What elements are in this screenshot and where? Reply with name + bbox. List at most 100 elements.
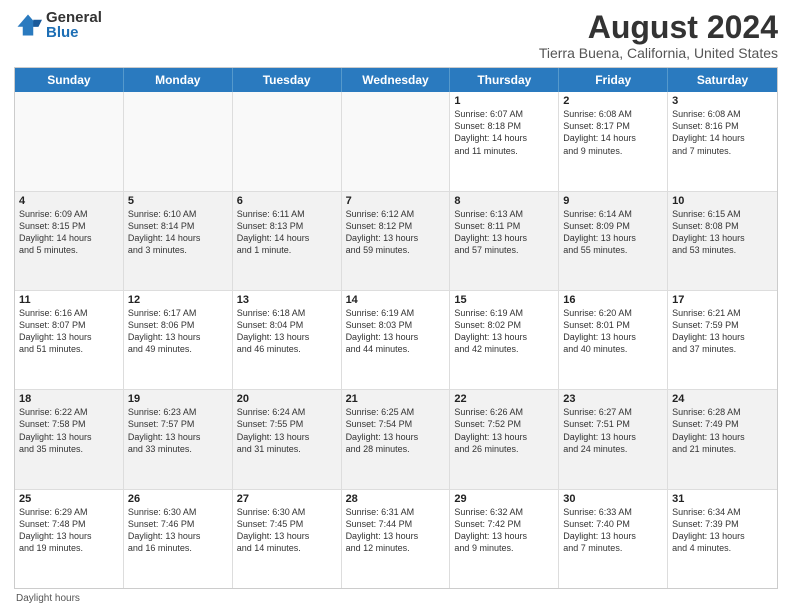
day-number: 7 xyxy=(346,195,446,207)
cal-cell: 4Sunrise: 6:09 AMSunset: 8:15 PMDaylight… xyxy=(15,192,124,290)
cal-cell: 20Sunrise: 6:24 AMSunset: 7:55 PMDayligh… xyxy=(233,390,342,488)
cal-cell: 23Sunrise: 6:27 AMSunset: 7:51 PMDayligh… xyxy=(559,390,668,488)
day-info: Sunrise: 6:17 AMSunset: 8:06 PMDaylight:… xyxy=(128,307,228,356)
cal-cell: 16Sunrise: 6:20 AMSunset: 8:01 PMDayligh… xyxy=(559,291,668,389)
cal-cell: 21Sunrise: 6:25 AMSunset: 7:54 PMDayligh… xyxy=(342,390,451,488)
day-info: Sunrise: 6:30 AMSunset: 7:46 PMDaylight:… xyxy=(128,506,228,555)
cal-cell: 22Sunrise: 6:26 AMSunset: 7:52 PMDayligh… xyxy=(450,390,559,488)
day-number: 24 xyxy=(672,393,773,405)
cal-cell: 13Sunrise: 6:18 AMSunset: 8:04 PMDayligh… xyxy=(233,291,342,389)
day-number: 19 xyxy=(128,393,228,405)
cal-cell: 31Sunrise: 6:34 AMSunset: 7:39 PMDayligh… xyxy=(668,490,777,588)
week-row-1: 1Sunrise: 6:07 AMSunset: 8:18 PMDaylight… xyxy=(15,92,777,191)
day-number: 14 xyxy=(346,294,446,306)
day-info: Sunrise: 6:32 AMSunset: 7:42 PMDaylight:… xyxy=(454,506,554,555)
day-info: Sunrise: 6:13 AMSunset: 8:11 PMDaylight:… xyxy=(454,208,554,257)
logo: General Blue xyxy=(14,10,102,40)
day-number: 9 xyxy=(563,195,663,207)
day-info: Sunrise: 6:12 AMSunset: 8:12 PMDaylight:… xyxy=(346,208,446,257)
day-info: Sunrise: 6:20 AMSunset: 8:01 PMDaylight:… xyxy=(563,307,663,356)
cal-cell: 2Sunrise: 6:08 AMSunset: 8:17 PMDaylight… xyxy=(559,92,668,190)
day-info: Sunrise: 6:07 AMSunset: 8:18 PMDaylight:… xyxy=(454,108,554,157)
header-day-wednesday: Wednesday xyxy=(342,68,451,92)
day-number: 28 xyxy=(346,493,446,505)
cal-cell: 5Sunrise: 6:10 AMSunset: 8:14 PMDaylight… xyxy=(124,192,233,290)
cal-cell: 14Sunrise: 6:19 AMSunset: 8:03 PMDayligh… xyxy=(342,291,451,389)
cal-cell: 24Sunrise: 6:28 AMSunset: 7:49 PMDayligh… xyxy=(668,390,777,488)
header: General Blue August 2024 Tierra Buena, C… xyxy=(14,10,778,61)
day-number: 25 xyxy=(19,493,119,505)
day-info: Sunrise: 6:19 AMSunset: 8:02 PMDaylight:… xyxy=(454,307,554,356)
cal-cell: 28Sunrise: 6:31 AMSunset: 7:44 PMDayligh… xyxy=(342,490,451,588)
header-day-tuesday: Tuesday xyxy=(233,68,342,92)
main-title: August 2024 xyxy=(539,10,778,45)
header-day-saturday: Saturday xyxy=(668,68,777,92)
day-number: 8 xyxy=(454,195,554,207)
week-row-3: 11Sunrise: 6:16 AMSunset: 8:07 PMDayligh… xyxy=(15,291,777,390)
day-info: Sunrise: 6:29 AMSunset: 7:48 PMDaylight:… xyxy=(19,506,119,555)
day-number: 5 xyxy=(128,195,228,207)
day-info: Sunrise: 6:08 AMSunset: 8:17 PMDaylight:… xyxy=(563,108,663,157)
calendar-header: SundayMondayTuesdayWednesdayThursdayFrid… xyxy=(15,68,777,92)
week-row-2: 4Sunrise: 6:09 AMSunset: 8:15 PMDaylight… xyxy=(15,192,777,291)
cal-cell: 29Sunrise: 6:32 AMSunset: 7:42 PMDayligh… xyxy=(450,490,559,588)
day-number: 30 xyxy=(563,493,663,505)
day-info: Sunrise: 6:21 AMSunset: 7:59 PMDaylight:… xyxy=(672,307,773,356)
day-info: Sunrise: 6:24 AMSunset: 7:55 PMDaylight:… xyxy=(237,406,337,455)
cal-cell xyxy=(15,92,124,190)
cal-cell: 18Sunrise: 6:22 AMSunset: 7:58 PMDayligh… xyxy=(15,390,124,488)
day-number: 22 xyxy=(454,393,554,405)
cal-cell: 11Sunrise: 6:16 AMSunset: 8:07 PMDayligh… xyxy=(15,291,124,389)
footer-note: Daylight hours xyxy=(14,593,778,604)
cal-cell: 26Sunrise: 6:30 AMSunset: 7:46 PMDayligh… xyxy=(124,490,233,588)
cal-cell xyxy=(233,92,342,190)
day-info: Sunrise: 6:31 AMSunset: 7:44 PMDaylight:… xyxy=(346,506,446,555)
header-day-monday: Monday xyxy=(124,68,233,92)
sub-title: Tierra Buena, California, United States xyxy=(539,45,778,61)
cal-cell: 3Sunrise: 6:08 AMSunset: 8:16 PMDaylight… xyxy=(668,92,777,190)
cal-cell: 17Sunrise: 6:21 AMSunset: 7:59 PMDayligh… xyxy=(668,291,777,389)
day-number: 1 xyxy=(454,95,554,107)
cal-cell: 30Sunrise: 6:33 AMSunset: 7:40 PMDayligh… xyxy=(559,490,668,588)
logo-general: General xyxy=(46,10,102,25)
day-number: 18 xyxy=(19,393,119,405)
cal-cell: 1Sunrise: 6:07 AMSunset: 8:18 PMDaylight… xyxy=(450,92,559,190)
day-number: 11 xyxy=(19,294,119,306)
day-info: Sunrise: 6:19 AMSunset: 8:03 PMDaylight:… xyxy=(346,307,446,356)
day-number: 12 xyxy=(128,294,228,306)
calendar: SundayMondayTuesdayWednesdayThursdayFrid… xyxy=(14,67,778,589)
day-number: 20 xyxy=(237,393,337,405)
day-number: 29 xyxy=(454,493,554,505)
day-number: 10 xyxy=(672,195,773,207)
day-info: Sunrise: 6:23 AMSunset: 7:57 PMDaylight:… xyxy=(128,406,228,455)
cal-cell: 8Sunrise: 6:13 AMSunset: 8:11 PMDaylight… xyxy=(450,192,559,290)
week-row-5: 25Sunrise: 6:29 AMSunset: 7:48 PMDayligh… xyxy=(15,490,777,588)
day-info: Sunrise: 6:10 AMSunset: 8:14 PMDaylight:… xyxy=(128,208,228,257)
day-number: 4 xyxy=(19,195,119,207)
day-number: 27 xyxy=(237,493,337,505)
cal-cell: 9Sunrise: 6:14 AMSunset: 8:09 PMDaylight… xyxy=(559,192,668,290)
page: General Blue August 2024 Tierra Buena, C… xyxy=(0,0,792,612)
header-day-sunday: Sunday xyxy=(15,68,124,92)
day-info: Sunrise: 6:18 AMSunset: 8:04 PMDaylight:… xyxy=(237,307,337,356)
day-info: Sunrise: 6:26 AMSunset: 7:52 PMDaylight:… xyxy=(454,406,554,455)
cal-cell: 15Sunrise: 6:19 AMSunset: 8:02 PMDayligh… xyxy=(450,291,559,389)
cal-cell: 27Sunrise: 6:30 AMSunset: 7:45 PMDayligh… xyxy=(233,490,342,588)
day-info: Sunrise: 6:34 AMSunset: 7:39 PMDaylight:… xyxy=(672,506,773,555)
day-info: Sunrise: 6:11 AMSunset: 8:13 PMDaylight:… xyxy=(237,208,337,257)
cal-cell: 19Sunrise: 6:23 AMSunset: 7:57 PMDayligh… xyxy=(124,390,233,488)
day-info: Sunrise: 6:16 AMSunset: 8:07 PMDaylight:… xyxy=(19,307,119,356)
day-number: 3 xyxy=(672,95,773,107)
day-number: 13 xyxy=(237,294,337,306)
cal-cell: 25Sunrise: 6:29 AMSunset: 7:48 PMDayligh… xyxy=(15,490,124,588)
header-day-thursday: Thursday xyxy=(450,68,559,92)
header-day-friday: Friday xyxy=(559,68,668,92)
day-info: Sunrise: 6:08 AMSunset: 8:16 PMDaylight:… xyxy=(672,108,773,157)
day-number: 2 xyxy=(563,95,663,107)
logo-icon xyxy=(14,11,42,39)
day-info: Sunrise: 6:15 AMSunset: 8:08 PMDaylight:… xyxy=(672,208,773,257)
cal-cell: 10Sunrise: 6:15 AMSunset: 8:08 PMDayligh… xyxy=(668,192,777,290)
title-block: August 2024 Tierra Buena, California, Un… xyxy=(539,10,778,61)
cal-cell: 7Sunrise: 6:12 AMSunset: 8:12 PMDaylight… xyxy=(342,192,451,290)
cal-cell xyxy=(342,92,451,190)
